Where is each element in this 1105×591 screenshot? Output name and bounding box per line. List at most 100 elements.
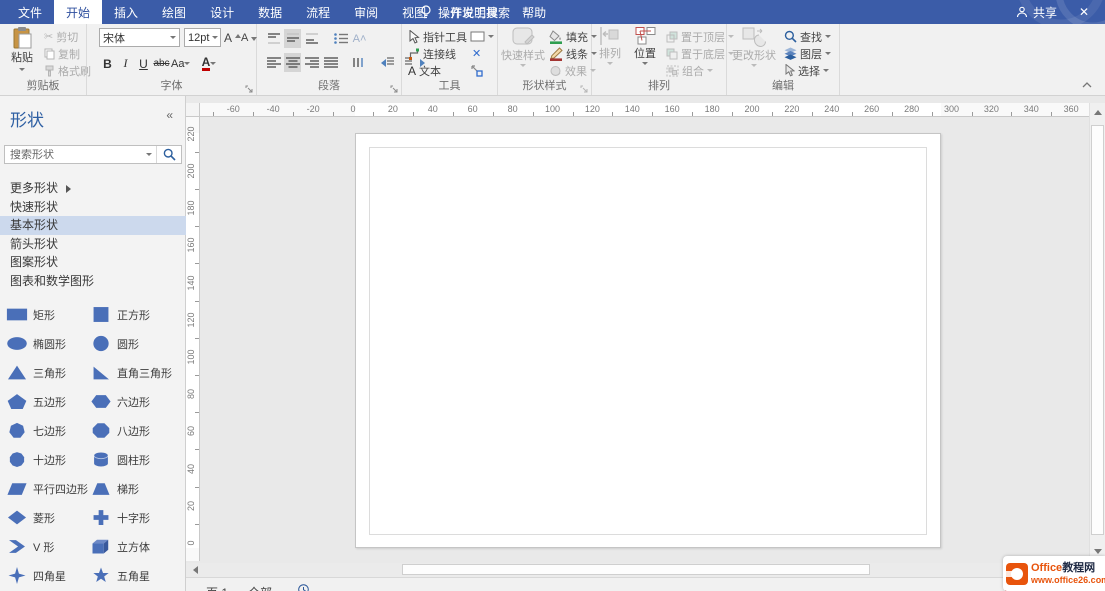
stencil-shape-hexagon[interactable]: 六边形 <box>90 393 182 410</box>
font-name-combo[interactable]: 宋体 <box>99 28 180 47</box>
position-button[interactable]: 位置 <box>629 26 661 82</box>
strikethrough-button[interactable]: abc <box>153 54 170 73</box>
shape-category-more-shapes[interactable]: 更多形状 <box>0 179 186 198</box>
stencil-shape-star5[interactable]: 五角星 <box>90 567 182 584</box>
tab-process[interactable]: 流程 <box>294 0 342 24</box>
h-ruler-tick <box>772 112 773 116</box>
tell-me-label: 操作说明搜索 <box>438 4 510 21</box>
align-right-button[interactable] <box>303 53 320 72</box>
search-button[interactable] <box>157 148 181 161</box>
connection-point-x-button[interactable]: ✕ <box>472 45 481 62</box>
align-middle-icon <box>285 32 301 45</box>
underline-button[interactable]: U <box>135 54 152 73</box>
font-group-label: 字体 <box>87 77 256 93</box>
rectangle-tool-dropdown-icon <box>488 35 494 41</box>
shape-category-quick-shapes[interactable]: 快速形状 <box>0 198 186 217</box>
tab-draw[interactable]: 绘图 <box>150 0 198 24</box>
align-middle-button[interactable] <box>284 29 301 48</box>
shape-category-basic-shapes[interactable]: 基本形状 <box>0 216 186 235</box>
status-all-indicator[interactable]: 全部 <box>248 584 272 591</box>
stencil-shape-ellipse[interactable]: 椭圆形 <box>6 335 90 352</box>
vertical-scroll-thumb[interactable] <box>1091 125 1104 535</box>
align-left-button[interactable] <box>265 53 282 72</box>
shape-label: V 形 <box>33 539 54 555</box>
horizontal-scroll-thumb[interactable] <box>402 564 870 575</box>
shape-category-pattern-shapes[interactable]: 图案形状 <box>0 253 186 272</box>
stencil-shape-rtriangle[interactable]: 直角三角形 <box>90 364 182 381</box>
close-button[interactable]: ✕ <box>1071 0 1097 24</box>
status-page-indicator[interactable]: 页 1 <box>206 584 228 591</box>
italic-button[interactable]: I <box>117 54 134 73</box>
vertical-scrollbar[interactable] <box>1089 103 1105 561</box>
pointer-tool-button[interactable]: 指针工具 <box>408 28 467 45</box>
stencil-shape-trapezoid[interactable]: 梯形 <box>90 480 182 497</box>
stencil-shape-pentagon[interactable]: 五边形 <box>6 393 90 410</box>
align-bottom-button[interactable] <box>303 29 320 48</box>
align-center-button[interactable] <box>284 53 301 72</box>
stencil-shape-diamond[interactable]: 菱形 <box>6 509 90 526</box>
v-ruler-label: 140 <box>186 271 200 295</box>
change-case-button[interactable]: Aa <box>171 54 190 73</box>
align-top-button[interactable] <box>265 29 282 48</box>
justify-button[interactable] <box>322 53 339 72</box>
tab-data[interactable]: 数据 <box>246 0 294 24</box>
tab-help[interactable]: 帮助 <box>510 0 558 24</box>
find-button[interactable]: 查找 <box>784 28 831 45</box>
stencil-shape-cross[interactable]: 十字形 <box>90 509 182 526</box>
tab-insert[interactable]: 插入 <box>102 0 150 24</box>
tab-review[interactable]: 审阅 <box>342 0 390 24</box>
stencil-shape-cube[interactable]: 立方体 <box>90 538 182 555</box>
h-ruler-tick <box>293 112 294 116</box>
horizontal-scrollbar[interactable] <box>186 563 1089 577</box>
drawing-page[interactable] <box>355 133 941 548</box>
search-dropdown-icon[interactable] <box>142 146 157 163</box>
status-clock-icon[interactable] <box>298 584 309 591</box>
panel-collapse-icon[interactable]: « <box>166 108 173 122</box>
shrink-font-button[interactable]: A <box>241 29 257 46</box>
stencil-shape-square[interactable]: 正方形 <box>90 306 182 323</box>
quick-styles-dropdown-icon <box>520 64 526 70</box>
stencil-shape-circle[interactable]: 圆形 <box>90 335 182 352</box>
decrease-indent-button[interactable] <box>377 53 402 72</box>
font-color-button[interactable]: A <box>200 54 217 73</box>
fill-button[interactable]: 填充 <box>549 28 597 45</box>
v-ruler-label: 120 <box>186 308 200 332</box>
collapse-ribbon-button[interactable] <box>1079 79 1095 91</box>
cut-button: ✂ 剪切 <box>44 28 78 45</box>
category-label: 箭头形状 <box>10 235 58 254</box>
bullets-button[interactable] <box>332 29 349 48</box>
text-direction-button[interactable] <box>349 53 366 72</box>
scroll-left-button[interactable] <box>186 563 200 577</box>
stencil-shape-triangle[interactable]: 三角形 <box>6 364 90 381</box>
stencil-shape-heptagon[interactable]: 七边形 <box>6 422 90 439</box>
tab-file[interactable]: 文件 <box>6 0 54 24</box>
shape-category-chart-math-shapes[interactable]: 图表和数学图形 <box>0 272 186 291</box>
tab-design[interactable]: 设计 <box>198 0 246 24</box>
line-button[interactable]: 线条 <box>549 45 597 62</box>
shape-search-input[interactable] <box>5 149 142 161</box>
stencil-shape-octagon[interactable]: 八边形 <box>90 422 182 439</box>
connector-tool-button[interactable]: 连接线 <box>408 45 456 62</box>
shape-category-arrow-shapes[interactable]: 箭头形状 <box>0 235 186 254</box>
paste-button[interactable]: 粘贴 <box>3 26 41 82</box>
stencil-shape-cylinder[interactable]: 圆柱形 <box>90 451 182 468</box>
scissors-icon: ✂ <box>44 30 53 43</box>
rectangle-tool-button[interactable] <box>470 28 494 45</box>
tab-home[interactable]: 开始 <box>54 0 102 24</box>
h-ruler-label: -60 <box>221 104 245 114</box>
font-size-combo[interactable]: 12pt <box>184 28 221 47</box>
stencil-shape-rect[interactable]: 矩形 <box>6 306 90 323</box>
tell-me-search[interactable]: 操作说明搜索 <box>420 0 510 24</box>
h-ruler-tick <box>972 112 973 116</box>
stencil-shape-chevron[interactable]: V 形 <box>6 538 90 555</box>
grow-font-button[interactable]: A <box>224 29 241 46</box>
shape-label: 正方形 <box>117 307 150 323</box>
stencil-shape-decagon[interactable]: 十边形 <box>6 451 90 468</box>
share-button[interactable]: 共享 <box>1016 0 1057 24</box>
bold-button[interactable]: B <box>99 54 116 73</box>
h-ruler-tick <box>932 112 933 116</box>
scroll-up-button[interactable] <box>1090 103 1105 118</box>
stencil-shape-parallelogram[interactable]: 平行四边形 <box>6 480 90 497</box>
stencil-shape-star4[interactable]: 四角星 <box>6 567 90 584</box>
layers-button[interactable]: 图层 <box>784 45 831 62</box>
